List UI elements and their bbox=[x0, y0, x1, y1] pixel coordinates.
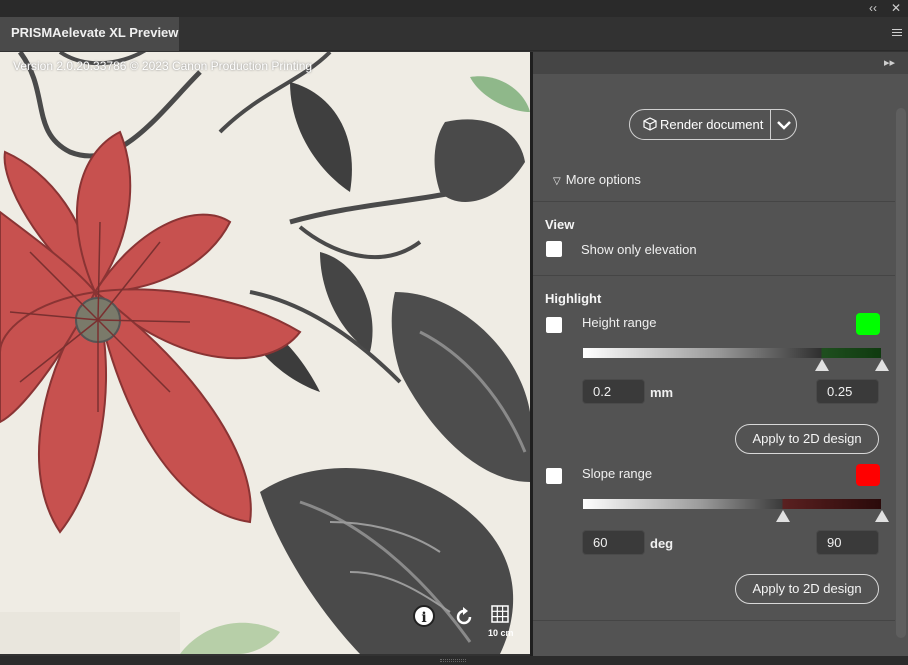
render-document-button[interactable]: Render document bbox=[630, 110, 770, 139]
grid-icon[interactable] bbox=[491, 605, 509, 623]
height-range-unit: mm bbox=[650, 385, 674, 400]
height-range-label: Height range bbox=[582, 315, 657, 330]
more-options-label: More options bbox=[565, 172, 641, 187]
slope-range-max-input[interactable]: 90 bbox=[816, 530, 879, 555]
textile-preview-image bbox=[0, 52, 530, 654]
close-icon[interactable]: ✕ bbox=[891, 1, 901, 15]
resize-grip-icon[interactable] bbox=[440, 659, 466, 662]
window-titlebar: ‹‹ ✕ bbox=[0, 0, 908, 17]
preview-canvas[interactable]: Version 2.0.20.33786 © 2023 Canon Produc… bbox=[0, 52, 530, 654]
collapse-panels-icon[interactable]: ‹‹ bbox=[869, 1, 877, 15]
panel-tab-row: PRISMAelevate XL Preview bbox=[0, 17, 908, 51]
height-range-max-input[interactable]: 0.25 bbox=[816, 379, 879, 404]
triangle-down-icon: ▽ bbox=[553, 176, 561, 187]
slope-range-label: Slope range bbox=[582, 466, 653, 481]
height-range-color-swatch[interactable] bbox=[856, 313, 880, 335]
divider bbox=[533, 620, 895, 621]
show-only-elevation-label: Show only elevation bbox=[581, 242, 697, 257]
divider bbox=[533, 201, 895, 202]
version-info-text: Version 2.0.20.33786 © 2023 Canon Produc… bbox=[13, 59, 313, 73]
height-range-min-handle[interactable] bbox=[815, 359, 829, 371]
height-apply-to-2d-design-button[interactable]: Apply to 2D design bbox=[735, 424, 879, 454]
options-panel-header: ▸▸ bbox=[533, 52, 908, 74]
cube-icon bbox=[643, 117, 657, 131]
render-options-dropdown[interactable] bbox=[771, 110, 797, 139]
slope-range-gradient-slider[interactable] bbox=[583, 499, 881, 509]
view-section-title: View bbox=[545, 217, 575, 232]
show-only-elevation-checkbox[interactable] bbox=[546, 241, 562, 257]
chevron-down-icon bbox=[777, 121, 791, 130]
reset-view-icon[interactable] bbox=[453, 606, 475, 628]
bottom-status-bar bbox=[0, 656, 908, 665]
info-icon[interactable]: i bbox=[413, 605, 435, 627]
slope-range-unit: deg bbox=[650, 536, 674, 551]
slope-range-min-input[interactable]: 60 bbox=[582, 530, 645, 555]
height-range-max-handle[interactable] bbox=[875, 359, 889, 371]
render-split-button: Render document bbox=[629, 109, 797, 140]
slope-apply-to-2d-design-button[interactable]: Apply to 2D design bbox=[735, 574, 879, 604]
height-range-gradient-slider[interactable] bbox=[583, 348, 881, 358]
scale-label: 10 cm bbox=[488, 628, 514, 638]
render-document-label: Render document bbox=[660, 117, 764, 132]
divider bbox=[533, 275, 895, 276]
more-options-toggle[interactable]: ▽ More options bbox=[553, 172, 641, 187]
slope-range-checkbox[interactable] bbox=[546, 468, 562, 484]
height-range-checkbox[interactable] bbox=[546, 317, 562, 333]
slope-range-min-handle[interactable] bbox=[776, 510, 790, 522]
slope-range-max-handle[interactable] bbox=[875, 510, 889, 522]
options-panel: ▸▸ Render document ▽ More options View Sh… bbox=[533, 52, 908, 656]
highlight-section-title: Highlight bbox=[545, 291, 602, 306]
tab-prismaelevate-preview[interactable]: PRISMAelevate XL Preview bbox=[0, 17, 179, 51]
slope-range-color-swatch[interactable] bbox=[856, 464, 880, 486]
panel-menu-icon[interactable] bbox=[892, 29, 902, 38]
height-range-min-input[interactable]: 0.2 bbox=[582, 379, 645, 404]
expand-panel-icon[interactable]: ▸▸ bbox=[884, 56, 895, 69]
options-scrollbar[interactable] bbox=[896, 108, 906, 638]
